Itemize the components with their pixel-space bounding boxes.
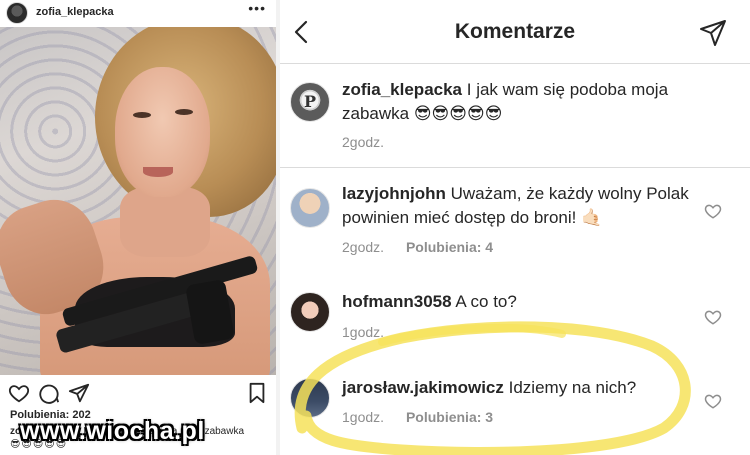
heart-icon[interactable] xyxy=(8,382,30,404)
comment-body: A co to? xyxy=(455,292,517,311)
comment-body: Idziemy na nich? xyxy=(508,378,637,397)
like-heart-icon[interactable] xyxy=(704,308,722,326)
comment-time: 2godz. xyxy=(342,134,385,150)
post-header: zofia_klepacka ••• xyxy=(0,0,276,27)
comments-panel: Komentarze P zofia_klepacka I jak wam si… xyxy=(280,0,750,455)
post-avatar[interactable] xyxy=(6,2,28,24)
comment-username[interactable]: zofia_klepacka xyxy=(342,80,462,99)
post-photo[interactable] xyxy=(0,27,276,375)
avatar[interactable] xyxy=(290,188,330,228)
bookmark-icon[interactable] xyxy=(246,382,268,404)
share-icon[interactable] xyxy=(68,382,90,404)
avatar[interactable]: P xyxy=(290,82,330,122)
avatar[interactable] xyxy=(290,378,330,418)
like-heart-icon[interactable] xyxy=(704,392,722,410)
comment-icon[interactable] xyxy=(38,382,60,404)
comment-likes[interactable]: Polubienia: 3 xyxy=(406,409,493,425)
comment-time: 1godz. xyxy=(342,409,385,425)
comment-username[interactable]: lazyjohnjohn xyxy=(342,184,446,203)
comment-username[interactable]: jarosław.jakimowicz xyxy=(342,378,504,397)
comment-likes[interactable]: Polubienia: 4 xyxy=(406,239,493,255)
watermark-logo: www.wiocha.pl xyxy=(20,417,205,445)
post-actions xyxy=(0,377,276,407)
avatar[interactable] xyxy=(290,292,330,332)
page-title: Komentarze xyxy=(454,20,576,43)
send-icon[interactable] xyxy=(698,18,728,48)
comments-header: Komentarze xyxy=(280,0,750,64)
post-username[interactable]: zofia_klepacka xyxy=(36,6,114,18)
comment-username[interactable]: hofmann3058 xyxy=(342,292,452,311)
like-heart-icon[interactable] xyxy=(704,202,722,220)
comment-time: 1godz. xyxy=(342,324,385,340)
comment-time: 2godz. xyxy=(342,239,385,255)
post-panel: zofia_klepacka ••• Polubienia: 202 zofia… xyxy=(0,0,276,455)
caption-comment: P zofia_klepacka I jak wam się podoba mo… xyxy=(280,64,750,168)
more-options-icon[interactable]: ••• xyxy=(248,0,266,16)
